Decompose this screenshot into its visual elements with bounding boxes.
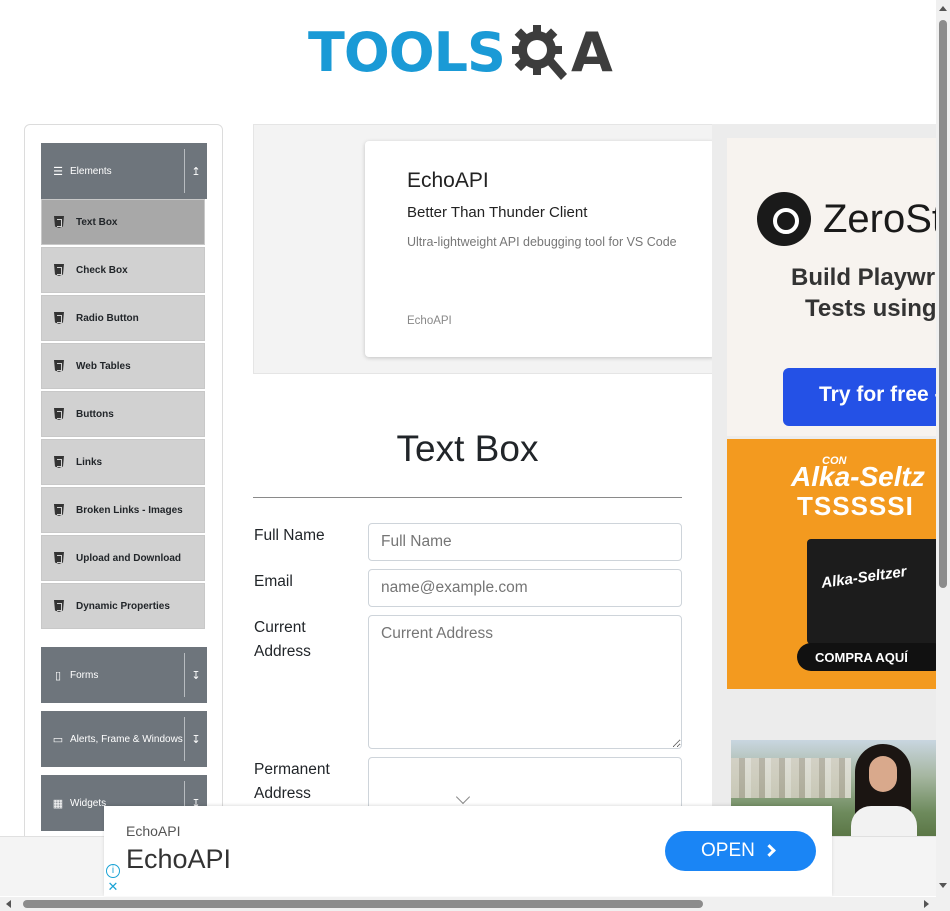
horizontal-scroll-thumb[interactable] [23, 900, 703, 908]
group-header-forms[interactable]: ▯ Forms ↧ [41, 647, 207, 703]
city-skyline [731, 758, 851, 798]
product-box-image [807, 539, 938, 644]
hamburger-icon: ☰ [53, 165, 63, 178]
bottom-echoapi-ad[interactable]: EchoAPI EchoAPI OPEN [104, 806, 832, 896]
ad-info-icon[interactable]: i [106, 864, 120, 878]
html5-icon [54, 264, 64, 276]
html5-icon [54, 600, 64, 612]
permanent-address-label-line2: Address [254, 785, 311, 802]
sidebar-item-text-box[interactable]: Text Box [41, 199, 205, 245]
scroll-up-arrow-icon[interactable] [939, 6, 947, 11]
logo-qa: A [509, 21, 613, 84]
ad-subtitle: Better Than Thunder Client [407, 204, 588, 221]
full-name-input[interactable] [368, 523, 682, 561]
sidebar-item-label: Buttons [76, 408, 114, 420]
current-address-label-line2: Address [254, 643, 311, 660]
permanent-address-label-line1: Permanent [254, 761, 330, 778]
open-button-label: OPEN [701, 840, 755, 861]
right-ad-column: ZeroSt Build Playwri Tests using Try for… [712, 124, 938, 844]
permanent-address-label: Permanent Address [254, 758, 330, 806]
horizontal-scrollbar[interactable] [0, 897, 950, 911]
collapse-arrow-icon: ↥ [191, 165, 201, 178]
sidebar-item-label: Web Tables [76, 360, 131, 372]
zerostep-name: ZeroSt [823, 196, 938, 241]
sidebar-item-label: Upload and Download [76, 552, 181, 564]
group-header-alerts[interactable]: ▭ Alerts, Frame & Windows ↧ [41, 711, 207, 767]
email-label: Email [254, 573, 293, 590]
banner-small-text: EchoAPI [126, 823, 181, 839]
ad-close-icon[interactable]: ✕ [106, 880, 120, 894]
toolsqa-logo[interactable]: TOOLS A [308, 14, 638, 90]
alka-seltzer-ad[interactable]: CON Alka-Seltz TSSSSSI Alka-Seltzer COMP… [727, 439, 938, 689]
ad-title: EchoAPI [407, 169, 489, 192]
zerostep-line2: Tests using [805, 295, 937, 322]
sidebar: ☰ Elements ↥ Text Box Check Box Radio Bu… [24, 124, 223, 844]
echoapi-ad-card[interactable]: EchoAPI Better Than Thunder Client Ultra… [365, 141, 715, 357]
expand-arrow-icon: ↧ [191, 669, 201, 682]
ad-description: Ultra-lightweight API debugging tool for… [407, 235, 677, 249]
sidebar-item-radio-button[interactable]: Radio Button [41, 295, 205, 341]
compra-aqui-button[interactable]: COMPRA AQUÍ [797, 643, 938, 671]
page-title: Text Box [396, 428, 539, 469]
group-label: Elements [70, 165, 112, 177]
open-button[interactable]: OPEN [665, 831, 816, 871]
file-icon: ▯ [54, 669, 62, 682]
person-photo [847, 744, 921, 844]
group-header-elements[interactable]: ☰ Elements ↥ [41, 143, 207, 199]
sidebar-item-label: Broken Links - Images [76, 504, 183, 516]
sidebar-item-label: Text Box [76, 216, 118, 228]
html5-icon [54, 216, 64, 228]
sidebar-item-web-tables[interactable]: Web Tables [41, 343, 205, 389]
zerostep-ad[interactable]: ZeroSt Build Playwri Tests using Try for… [727, 138, 938, 436]
zerostep-logo-icon [757, 192, 811, 246]
group-label: Forms [70, 669, 99, 681]
full-name-label: Full Name [254, 527, 325, 544]
email-input[interactable] [368, 569, 682, 607]
sidebar-item-label: Radio Button [76, 312, 139, 324]
scroll-right-arrow-icon[interactable] [924, 900, 929, 908]
html5-icon [54, 552, 64, 564]
logo-tools-text: TOOLS [308, 20, 506, 84]
try-for-free-button[interactable]: Try for free - [783, 368, 938, 426]
sidebar-item-label: Dynamic Properties [76, 600, 170, 612]
current-address-label-line1: Current [254, 619, 306, 636]
vertical-scrollbar[interactable] [936, 0, 950, 897]
chevron-right-icon [762, 844, 776, 857]
html5-icon [54, 456, 64, 468]
html5-icon [54, 408, 64, 420]
expand-arrow-icon: ↧ [191, 733, 201, 746]
html5-icon [54, 312, 64, 324]
html5-icon [54, 360, 64, 372]
alka-sound-text: TSSSSSI [797, 491, 914, 521]
sidebar-item-label: Links [76, 456, 103, 468]
html5-icon [54, 504, 64, 516]
ad-footer: EchoAPI [407, 315, 452, 327]
scroll-down-arrow-icon[interactable] [939, 883, 947, 888]
sidebar-item-dynamic-properties[interactable]: Dynamic Properties [41, 583, 205, 629]
sidebar-item-label: Check Box [76, 264, 128, 276]
window-icon: ▭ [52, 733, 64, 746]
elements-menu-list: Text Box Check Box Radio Button Web Tabl… [41, 199, 205, 631]
sidebar-item-buttons[interactable]: Buttons [41, 391, 205, 437]
title-divider [253, 497, 682, 498]
current-address-label: Current Address [254, 616, 311, 664]
sidebar-item-upload-download[interactable]: Upload and Download [41, 535, 205, 581]
scroll-left-arrow-icon[interactable] [6, 900, 11, 908]
grid-icon: ▦ [52, 797, 64, 810]
vertical-scroll-thumb[interactable] [939, 20, 947, 588]
sidebar-item-links[interactable]: Links [41, 439, 205, 485]
current-address-textarea[interactable] [368, 615, 682, 749]
alka-brand-text: Alka-Seltz [791, 461, 925, 492]
sidebar-item-check-box[interactable]: Check Box [41, 247, 205, 293]
gear-magnifier-icon [511, 25, 567, 80]
sidebar-item-broken-links[interactable]: Broken Links - Images [41, 487, 205, 533]
group-label: Alerts, Frame & Windows [70, 733, 183, 745]
banner-big-text: EchoAPI [126, 844, 232, 874]
zerostep-line1: Build Playwri [791, 264, 938, 291]
logo-a-text: A [570, 20, 613, 84]
